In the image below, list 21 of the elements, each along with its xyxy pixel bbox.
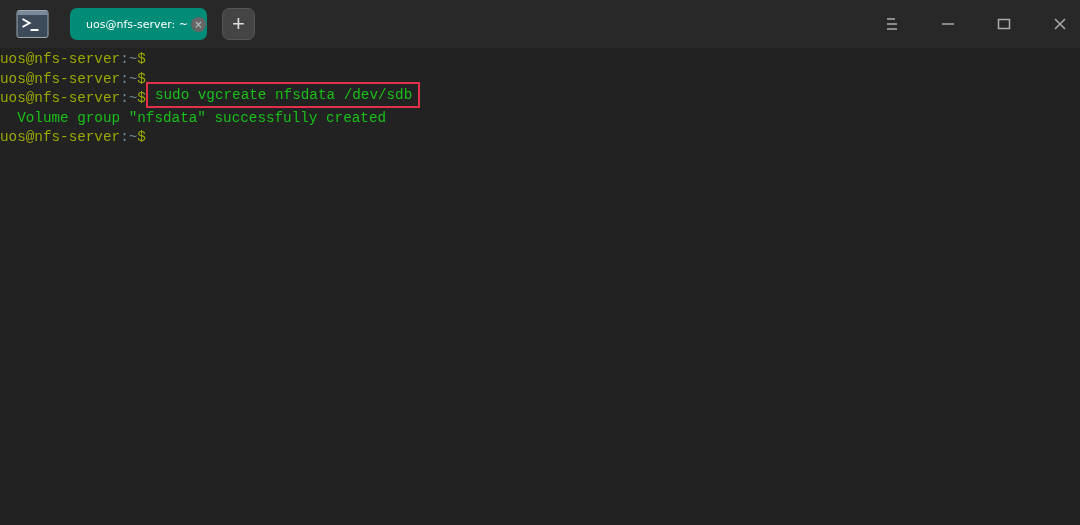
prompt-user-host: uos@nfs-server bbox=[0, 89, 121, 108]
prompt-path: :~ bbox=[120, 50, 138, 69]
prompt-user-host: uos@nfs-server bbox=[0, 69, 121, 89]
output-text: Volume group "nfsdata" successfully created bbox=[16, 108, 387, 128]
prompt-symbol: $ bbox=[137, 128, 146, 147]
prompt-path: :~ bbox=[120, 128, 138, 147]
prompt-user-host: uos@nfs-server bbox=[0, 50, 121, 69]
highlighted-command: sudo vgcreate nfsdata /dev/sdb bbox=[145, 82, 421, 108]
prompt-symbol: $ bbox=[137, 50, 146, 69]
terminal-app-icon bbox=[16, 10, 49, 38]
prompt-path: :~ bbox=[120, 69, 138, 89]
prompt-symbol: $ bbox=[137, 69, 146, 89]
maximize-icon[interactable] bbox=[996, 16, 1012, 32]
close-tab-button[interactable]: × bbox=[191, 16, 207, 32]
terminal-tab[interactable]: uos@nfs-server: ~ × bbox=[70, 8, 207, 40]
prompt-user-host: uos@nfs-server bbox=[0, 128, 121, 147]
prompt-symbol: $ bbox=[137, 89, 146, 108]
prompt-path: :~ bbox=[120, 89, 138, 108]
menu-icon[interactable] bbox=[884, 16, 900, 32]
new-tab-button[interactable]: + bbox=[222, 8, 255, 40]
close-icon[interactable] bbox=[1052, 16, 1068, 32]
